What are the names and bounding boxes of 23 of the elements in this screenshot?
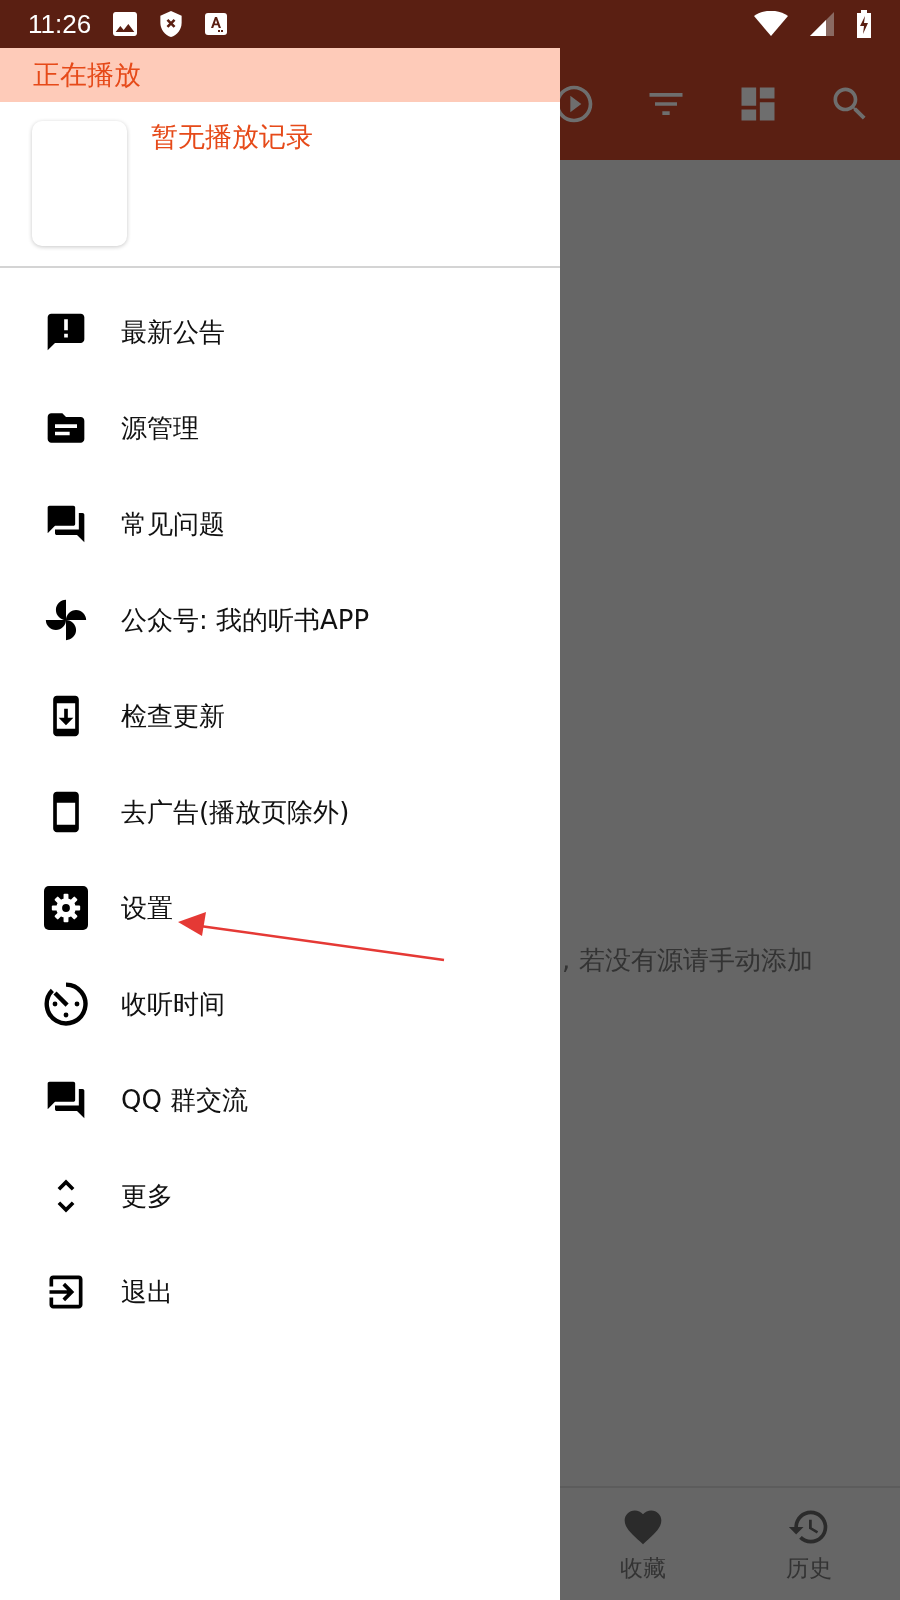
pinwheel-icon <box>44 598 88 642</box>
status-time: 11:26 <box>28 8 92 40</box>
shield-icon <box>159 11 184 37</box>
battery-icon <box>856 10 872 38</box>
section-title: 正在播放 <box>0 48 560 102</box>
drawer-item[interactable]: 设置 <box>0 860 560 956</box>
drawer-item[interactable]: 收听时间 <box>0 956 560 1052</box>
image-icon <box>113 12 138 36</box>
drawer-item[interactable]: 检查更新 <box>0 668 560 764</box>
signal-icon <box>810 12 834 36</box>
font-icon <box>205 13 228 35</box>
drawer-item[interactable]: 最新公告 <box>0 284 560 380</box>
wifi-icon <box>754 11 788 37</box>
drawer-item[interactable]: 更多 <box>0 1148 560 1244</box>
drawer-item[interactable]: 退出 <box>0 1244 560 1340</box>
now-playing-text: 暂无播放记录 <box>151 121 313 154</box>
drawer-item[interactable]: 常见问题 <box>0 476 560 572</box>
settings-icon <box>44 886 88 930</box>
drawer-item[interactable]: 去广告(播放页除外) <box>0 764 560 860</box>
drawer-item[interactable]: QQ 群交流 <box>0 1052 560 1148</box>
drawer-item[interactable]: 源管理 <box>0 380 560 476</box>
timer-icon <box>44 982 88 1026</box>
drawer-item[interactable]: 公众号: 我的听书APP <box>0 572 560 668</box>
